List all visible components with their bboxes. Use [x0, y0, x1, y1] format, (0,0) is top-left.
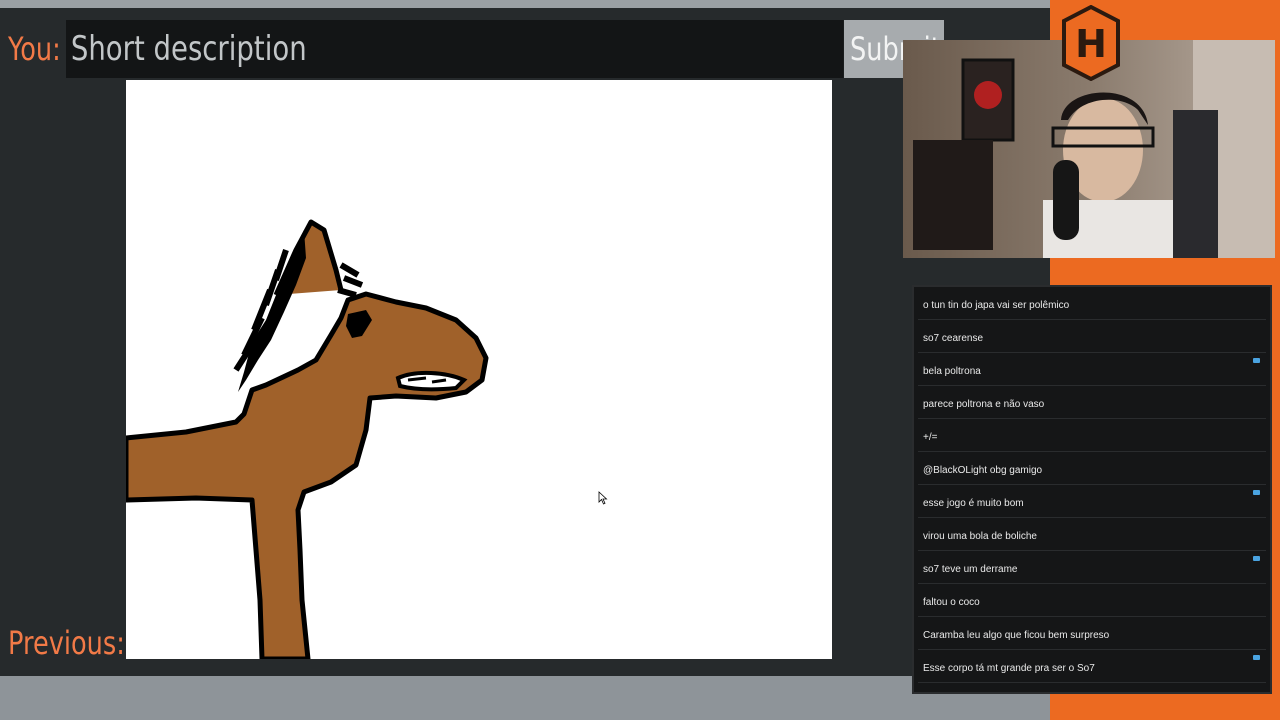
- chat-message: virou uma bola de boliche: [918, 518, 1266, 551]
- chat-message-text: esse jogo é muito bom: [923, 498, 1024, 509]
- chat-message: Esse corpo tá mt grande pra ser o So7: [918, 650, 1266, 683]
- bottom-bar: [0, 676, 1050, 720]
- logo-letter: H: [1075, 22, 1107, 66]
- chat-message-text: Esse corpo tá mt grande pra ser o So7: [923, 663, 1095, 674]
- chat-message: o tun tin do japa vai ser polêmico: [918, 287, 1266, 320]
- chat-message-text: @BlackOLight obg gamigo: [923, 465, 1043, 476]
- chat-message: parece poltrona e não vaso: [918, 386, 1266, 419]
- horse-mouth: [395, 370, 468, 392]
- horse-drawing: [126, 219, 489, 659]
- chat-message-text: so7 cearense: [923, 333, 984, 344]
- chat-message: esse jogo é muito bom: [918, 485, 1266, 518]
- description-input[interactable]: [66, 20, 844, 78]
- chat-message: faltou o coco: [918, 584, 1266, 617]
- horse-mane: [238, 230, 306, 392]
- chat-message: so7 teve um derrame: [918, 551, 1266, 584]
- chat-message-text: +/=: [923, 432, 938, 443]
- chat-panel: o tun tin do japa vai ser polêmico so7 c…: [914, 287, 1270, 692]
- chat-message: so7 cearense: [918, 320, 1266, 353]
- chat-badge-icon: [1253, 556, 1260, 561]
- mouse-cursor-icon: [598, 491, 608, 505]
- chat-message-text: faltou o coco: [923, 597, 980, 608]
- previous-label: Previous:: [8, 624, 125, 662]
- chat-message-text: o tun tin do japa vai ser polêmico: [923, 300, 1070, 311]
- chat-badge-icon: [1253, 655, 1260, 660]
- chat-message: bela poltrona: [918, 353, 1266, 386]
- description-input-wrapper: [66, 20, 844, 78]
- chat-message-text: Caramba leu algo que ficou bem surpreso: [923, 630, 1110, 641]
- chat-badge-icon: [1253, 358, 1260, 363]
- chat-message: @BlackOLight obg gamigo: [918, 452, 1266, 485]
- chat-message-text: parece poltrona e não vaso: [923, 399, 1045, 410]
- channel-logo-icon: H: [1062, 5, 1120, 81]
- chat-message-text: virou uma bola de boliche: [923, 531, 1037, 542]
- chat-message: +/=: [918, 419, 1266, 452]
- chat-message-text: bela poltrona: [923, 366, 981, 377]
- you-label: You:: [8, 30, 61, 68]
- chat-message-text: so7 teve um derrame: [923, 564, 1018, 575]
- horse-body: [126, 291, 489, 659]
- drawing-canvas[interactable]: [126, 80, 832, 659]
- chat-message: Caramba leu algo que ficou bem surpreso: [918, 617, 1266, 650]
- chat-badge-icon: [1253, 490, 1260, 495]
